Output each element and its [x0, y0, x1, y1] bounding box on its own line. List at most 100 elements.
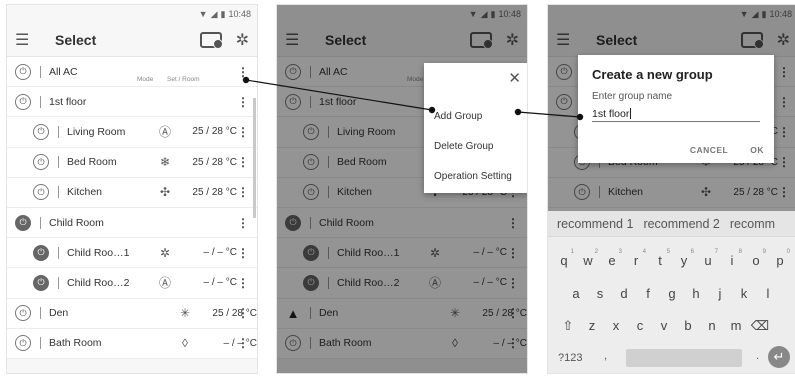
key-w[interactable]: w2	[576, 249, 600, 268]
key-v[interactable]: v	[652, 318, 676, 334]
ac-group-row[interactable]: ⏻ Child Room ⋮	[7, 207, 257, 239]
key-n[interactable]: n	[700, 318, 724, 334]
shift-key[interactable]: ⇧	[556, 318, 580, 334]
menu-item-add-group[interactable]: Add Group	[434, 111, 482, 122]
power-icon[interactable]: ⏻	[15, 214, 31, 231]
more-options-icon[interactable]: ⋮	[237, 276, 249, 290]
enter-key[interactable]: ↵	[768, 346, 790, 368]
power-icon[interactable]: ⏻	[33, 123, 49, 140]
key-q[interactable]: q1	[552, 249, 576, 268]
suggestion-strip: recommend 1 recommend 2 recomm	[548, 211, 795, 237]
key-digit-hint: 6	[690, 249, 694, 255]
key-z[interactable]: z	[580, 318, 604, 334]
power-icon[interactable]: ⏻	[15, 63, 31, 80]
power-icon[interactable]: ⏻	[33, 244, 49, 261]
timer-icon[interactable]	[199, 31, 223, 49]
ac-unit-row[interactable]: ⏻ Child Roo…1 ✲ – / – °C⋮	[7, 238, 257, 269]
key-o[interactable]: o9	[744, 249, 768, 268]
key-m[interactable]: m	[724, 318, 748, 334]
key-label: h	[692, 286, 700, 301]
row-name: Kitchen	[67, 186, 103, 199]
power-icon[interactable]: ⏻	[33, 154, 49, 171]
key-c[interactable]: c	[628, 318, 652, 334]
key-label: a	[572, 286, 580, 301]
more-options-icon[interactable]: ⋮	[237, 155, 249, 169]
key-y[interactable]: y6	[672, 249, 696, 268]
ac-unit-row[interactable]: ⏻ Kitchen ✣ 25 / 28 °C⋮	[7, 177, 257, 208]
more-options-icon[interactable]: ⋮	[237, 65, 249, 79]
key-e[interactable]: e3	[600, 249, 624, 268]
menu-item-operation-setting[interactable]: Operation Setting	[434, 171, 512, 182]
key-label: f	[646, 286, 650, 301]
space-key[interactable]	[626, 349, 742, 367]
close-icon[interactable]: ✕	[508, 69, 521, 87]
mode-column-header: Mode	[137, 76, 154, 83]
period-key[interactable]: .	[756, 350, 759, 362]
more-options-icon[interactable]: ⋮	[237, 306, 249, 320]
power-icon[interactable]: ⏻	[33, 274, 49, 291]
menu-icon[interactable]: ☰	[15, 30, 37, 50]
key-l[interactable]: l	[756, 286, 780, 301]
ac-group-row[interactable]: ⏻Bath Room◊– / – °C⋮	[7, 328, 257, 359]
power-icon[interactable]: ⏻	[15, 93, 31, 110]
key-b[interactable]: b	[676, 318, 700, 334]
key-digit-hint: 3	[618, 249, 622, 255]
more-options-icon[interactable]: ⋮	[237, 336, 249, 350]
suggestion-3[interactable]: recomm	[730, 217, 775, 231]
ac-unit-row[interactable]: ⏻ Child Roo…2 Ⓐ – / – °C⋮	[7, 268, 257, 299]
power-icon[interactable]: ⏻	[15, 335, 31, 352]
key-x[interactable]: x	[604, 318, 628, 334]
divider	[58, 156, 59, 169]
backspace-key[interactable]: ⌫	[748, 318, 772, 334]
divider	[58, 246, 59, 259]
more-options-icon[interactable]: ⋮	[237, 246, 249, 260]
set-room-temp: – / – °C	[203, 247, 237, 259]
key-r[interactable]: r4	[624, 249, 648, 268]
power-icon[interactable]: ⏻	[33, 184, 49, 201]
key-s[interactable]: s	[588, 286, 612, 301]
battery-icon: ▮	[220, 8, 226, 19]
key-label: u	[704, 253, 712, 268]
key-digit-hint: 9	[762, 249, 766, 255]
key-d[interactable]: d	[612, 286, 636, 301]
key-h[interactable]: h	[684, 286, 708, 301]
power-icon[interactable]: ⏻	[15, 305, 31, 322]
symbols-key[interactable]: ?123	[558, 352, 582, 364]
ac-group-row[interactable]: ⏻Den✳25 / 28 °C⋮	[7, 298, 257, 329]
cancel-button[interactable]: CANCEL	[690, 145, 728, 155]
key-i[interactable]: i8	[720, 249, 744, 268]
divider	[58, 276, 59, 289]
key-u[interactable]: u7	[696, 249, 720, 268]
ok-button[interactable]: OK	[750, 145, 764, 155]
key-t[interactable]: t5	[648, 249, 672, 268]
suggestion-2[interactable]: recommend 2	[643, 217, 719, 231]
more-options-icon[interactable]: ⋮	[237, 216, 249, 230]
text-caret	[630, 108, 632, 119]
key-j[interactable]: j	[708, 286, 732, 301]
key-p[interactable]: p0	[768, 249, 792, 268]
suggestion-1[interactable]: recommend 1	[557, 217, 633, 231]
key-label: e	[608, 253, 616, 268]
scrollbar[interactable]	[253, 98, 256, 218]
gear-icon[interactable]: ✲	[236, 30, 249, 50]
ac-group-row[interactable]: ⏻All ACModeSet / Room⋮	[7, 57, 257, 88]
key-g[interactable]: g	[660, 286, 684, 301]
app-bar: ☰ Select ✲	[7, 23, 257, 57]
divider	[58, 125, 59, 138]
more-options-icon[interactable]: ⋮	[237, 95, 249, 109]
ac-group-row[interactable]: ⏻ 1st floor ⋮	[7, 87, 257, 118]
key-k[interactable]: k	[732, 286, 756, 301]
ac-unit-row[interactable]: ⏻ Living Room Ⓐ 25 / 28 °C⋮	[7, 117, 257, 148]
signal-icon: ◢	[210, 8, 218, 19]
group-name-input[interactable]: 1st floor	[592, 106, 760, 122]
key-label: p	[776, 253, 784, 268]
key-digit-hint: 0	[786, 249, 790, 255]
key-a[interactable]: a	[564, 286, 588, 301]
menu-item-delete-group[interactable]: Delete Group	[434, 141, 493, 152]
more-options-icon[interactable]: ⋮	[237, 185, 249, 199]
ac-unit-row[interactable]: ⏻ Bed Room ❄ 25 / 28 °C⋮	[7, 147, 257, 178]
comma-key[interactable]: ,	[604, 350, 607, 362]
more-options-icon[interactable]: ⋮	[237, 125, 249, 139]
row-name: Child Roo…2	[67, 276, 130, 289]
key-f[interactable]: f	[636, 286, 660, 301]
